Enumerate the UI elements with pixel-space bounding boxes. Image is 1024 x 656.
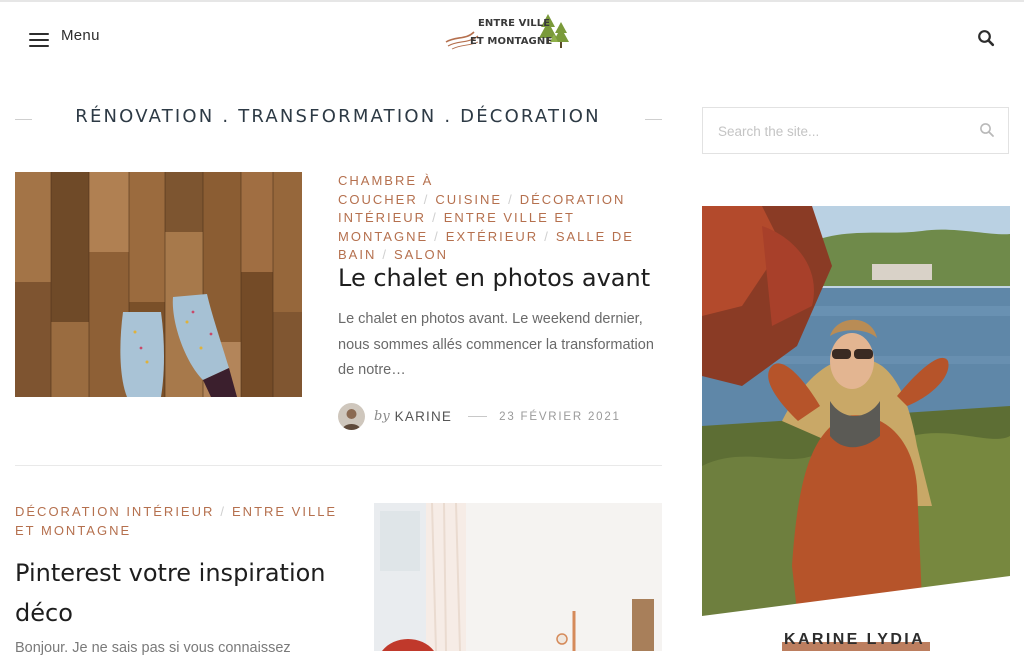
author-avatar[interactable] [338,403,365,430]
logo-text-line1: ENTRE VILLE [478,18,551,29]
sidebar-search [702,107,1009,155]
about-author-name: KARINE LYDIA [784,631,926,648]
category-link[interactable]: CUISINE [435,192,502,207]
category-link[interactable]: DÉCORATION INTÉRIEUR [15,504,214,519]
category-link[interactable]: CHAMBRE À COUCHER [338,173,433,207]
post-excerpt: Le chalet en photos avant. Le weekend de… [338,311,654,378]
menu-label: Menu [61,27,100,44]
hamburger-icon [29,33,49,48]
post-title[interactable]: Le chalet en photos avant [338,258,668,298]
about-author-photo [702,206,1010,636]
post-meta: by KARINE 23 FÉVRIER 2021 [338,403,621,430]
search-icon[interactable] [979,122,995,138]
post-thumbnail-floor-photo[interactable] [15,172,302,397]
section-title-rule-right [645,119,662,120]
section-title-rule-left [15,119,32,120]
post-date: 23 FÉVRIER 2021 [499,410,621,423]
meta-separator [468,416,488,417]
post-title[interactable]: Pinterest votre inspiration déco [15,553,345,633]
section-title: RÉNOVATION . TRANSFORMATION . DÉCORATION [75,106,601,127]
menu-button[interactable]: Menu [29,27,100,47]
site-logo[interactable]: ENTRE VILLE ET MONTAGNE [444,12,574,56]
post-thumbnail-interior-photo[interactable] [374,503,662,651]
post-excerpt: Bonjour. Je ne sais pas si vous connaiss… [15,640,291,656]
logo-text-line2: ET MONTAGNE [470,36,553,47]
search-input[interactable] [703,108,980,155]
post-categories: DÉCORATION INTÉRIEUR / ENTRE VILLE ET MONT… [15,504,338,538]
post-divider [15,465,662,466]
by-label: by [374,409,390,424]
category-link[interactable]: EXTÉRIEUR [446,229,538,244]
author-link[interactable]: KARINE [395,409,452,424]
search-icon[interactable] [977,29,995,47]
post-categories: CHAMBRE À COUCHER / CUISINE / DÉCORATION INT… [338,173,634,262]
top-border [0,0,1024,2]
